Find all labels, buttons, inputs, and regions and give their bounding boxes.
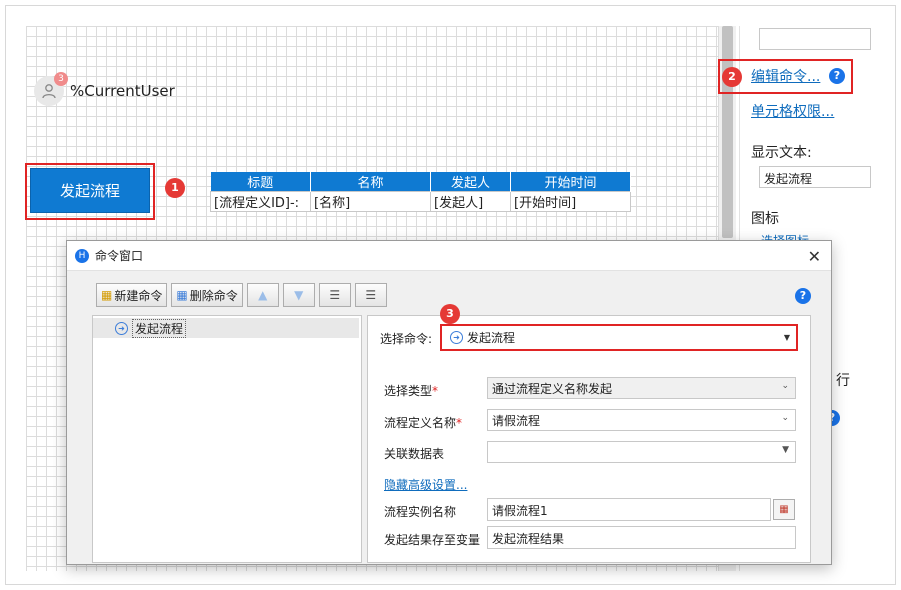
chevron-down-icon: ▼ bbox=[782, 445, 789, 455]
table-header[interactable]: 标题 bbox=[210, 172, 311, 192]
table-cell[interactable]: [流程定义ID]-: bbox=[210, 191, 311, 212]
user-icon bbox=[42, 84, 56, 99]
select-command-dropdown[interactable]: ➜ 发起流程 ▼ bbox=[440, 324, 798, 351]
current-user-widget[interactable]: 3 %CurrentUser bbox=[34, 72, 175, 106]
table-cell[interactable]: [发起人] bbox=[430, 191, 511, 212]
new-command-label: 新建命令 bbox=[114, 288, 163, 303]
partial-label: 行 bbox=[836, 373, 850, 389]
formula-picker-button[interactable]: ▦ bbox=[773, 499, 795, 520]
select-command-value: 发起流程 bbox=[467, 331, 516, 345]
related-table-dropdown[interactable]: ▼ bbox=[487, 441, 796, 463]
edit-command-link[interactable]: 编辑命令... bbox=[751, 66, 820, 86]
flow-def-name-label: 流程定义名称* bbox=[384, 416, 463, 430]
command-tree[interactable]: ➜ 发起流程 bbox=[92, 315, 362, 563]
display-text-label: 显示文本: bbox=[751, 145, 812, 161]
delete-command-label: 删除命令 bbox=[189, 288, 238, 303]
help-icon[interactable]: ? bbox=[829, 68, 845, 84]
arrow-up-icon: ▲ bbox=[258, 288, 268, 302]
property-input[interactable] bbox=[759, 28, 871, 50]
icon-label: 图标 bbox=[751, 211, 779, 227]
table-header[interactable]: 发起人 bbox=[430, 172, 511, 192]
tree-item-label: 发起流程 bbox=[132, 318, 187, 338]
arrow-right-icon: ➜ bbox=[115, 321, 128, 335]
arrow-down-icon: ▼ bbox=[294, 288, 304, 302]
indent-button[interactable]: ☰ bbox=[318, 283, 351, 307]
app-logo-icon: H bbox=[75, 248, 89, 263]
formula-icon: ▦ bbox=[779, 504, 789, 515]
step-marker-1: 1 bbox=[165, 178, 185, 198]
chevron-down-icon: ⌄ bbox=[781, 381, 789, 391]
delete-command-button[interactable]: ▦ 删除命令 bbox=[171, 283, 243, 307]
outdent-icon: ☰ bbox=[365, 288, 377, 302]
flow-instance-label: 流程实例名称 bbox=[384, 505, 457, 519]
select-type-label: 选择类型* bbox=[384, 384, 439, 398]
dialog-toolbar: ▦ 新建命令 ▦ 删除命令 ▲ ▼ ☰ ☰ bbox=[96, 283, 387, 307]
start-flow-button[interactable]: 发起流程 bbox=[30, 168, 150, 213]
cell-permission-link[interactable]: 单元格权限... bbox=[751, 101, 834, 121]
delete-command-icon: ▦ bbox=[176, 288, 188, 302]
table-cell[interactable]: [开始时间] bbox=[510, 191, 631, 212]
table-cell[interactable]: [名称] bbox=[310, 191, 431, 212]
new-command-icon: ▦ bbox=[101, 288, 113, 302]
outdent-button[interactable]: ☰ bbox=[354, 283, 387, 307]
result-var-label: 发起结果存至变量 bbox=[384, 533, 481, 547]
arrow-right-icon: ➜ bbox=[450, 331, 463, 344]
close-icon[interactable]: ✕ bbox=[808, 247, 821, 266]
chevron-down-icon: ⌄ bbox=[781, 413, 789, 423]
flow-instance-input[interactable]: 请假流程1 bbox=[487, 498, 771, 521]
select-type-dropdown[interactable]: 通过流程定义名称发起 ⌄ bbox=[487, 377, 796, 399]
indent-icon: ☰ bbox=[329, 288, 341, 302]
select-command-label: 选择命令: bbox=[380, 332, 433, 346]
result-var-input[interactable]: 发起流程结果 bbox=[487, 526, 796, 549]
table-row[interactable]: [流程定义ID]-: [名称] [发起人] [开始时间] bbox=[210, 191, 631, 212]
hide-advanced-link[interactable]: 隐藏高级设置... bbox=[384, 476, 467, 493]
step-marker-3: 3 bbox=[440, 304, 460, 324]
flow-def-name-value: 请假流程 bbox=[492, 413, 541, 428]
dialog-titlebar[interactable]: H 命令窗口 bbox=[67, 241, 831, 271]
select-type-value: 通过流程定义名称发起 bbox=[492, 381, 613, 396]
flow-table[interactable]: 标题 名称 发起人 开始时间 [流程定义ID]-: [名称] [发起人] [开始… bbox=[210, 172, 631, 212]
tree-item[interactable]: ➜ 发起流程 bbox=[93, 318, 359, 338]
related-table-label: 关联数据表 bbox=[384, 447, 445, 461]
move-up-button[interactable]: ▲ bbox=[246, 283, 279, 307]
scrollbar-thumb[interactable] bbox=[722, 26, 733, 238]
display-text-input[interactable]: 发起流程 bbox=[759, 166, 871, 188]
avatar: 3 bbox=[34, 72, 68, 106]
new-command-button[interactable]: ▦ 新建命令 bbox=[96, 283, 168, 307]
chevron-down-icon: ▼ bbox=[783, 333, 790, 342]
command-settings-panel: 选择命令: ➜ 发起流程 ▼ 3 选择类型* 通过流程定义名称发起 ⌄ 流程定义… bbox=[367, 304, 811, 563]
step-marker-2: 2 bbox=[722, 67, 742, 87]
command-dialog: H 命令窗口 ✕ ▦ 新建命令 ▦ 删除命令 ▲ ▼ ☰ ☰ ? ➜ 发起流程 … bbox=[66, 240, 832, 565]
table-header[interactable]: 开始时间 bbox=[510, 172, 631, 192]
dialog-title: 命令窗口 bbox=[95, 249, 144, 263]
current-user-label: %CurrentUser bbox=[70, 82, 175, 100]
table-header[interactable]: 名称 bbox=[310, 172, 431, 192]
help-icon[interactable]: ? bbox=[795, 288, 811, 304]
notification-badge: 3 bbox=[54, 72, 68, 86]
flow-def-name-dropdown[interactable]: 请假流程 ⌄ bbox=[487, 409, 796, 431]
table-header-row: 标题 名称 发起人 开始时间 bbox=[210, 172, 631, 192]
move-down-button[interactable]: ▼ bbox=[282, 283, 315, 307]
